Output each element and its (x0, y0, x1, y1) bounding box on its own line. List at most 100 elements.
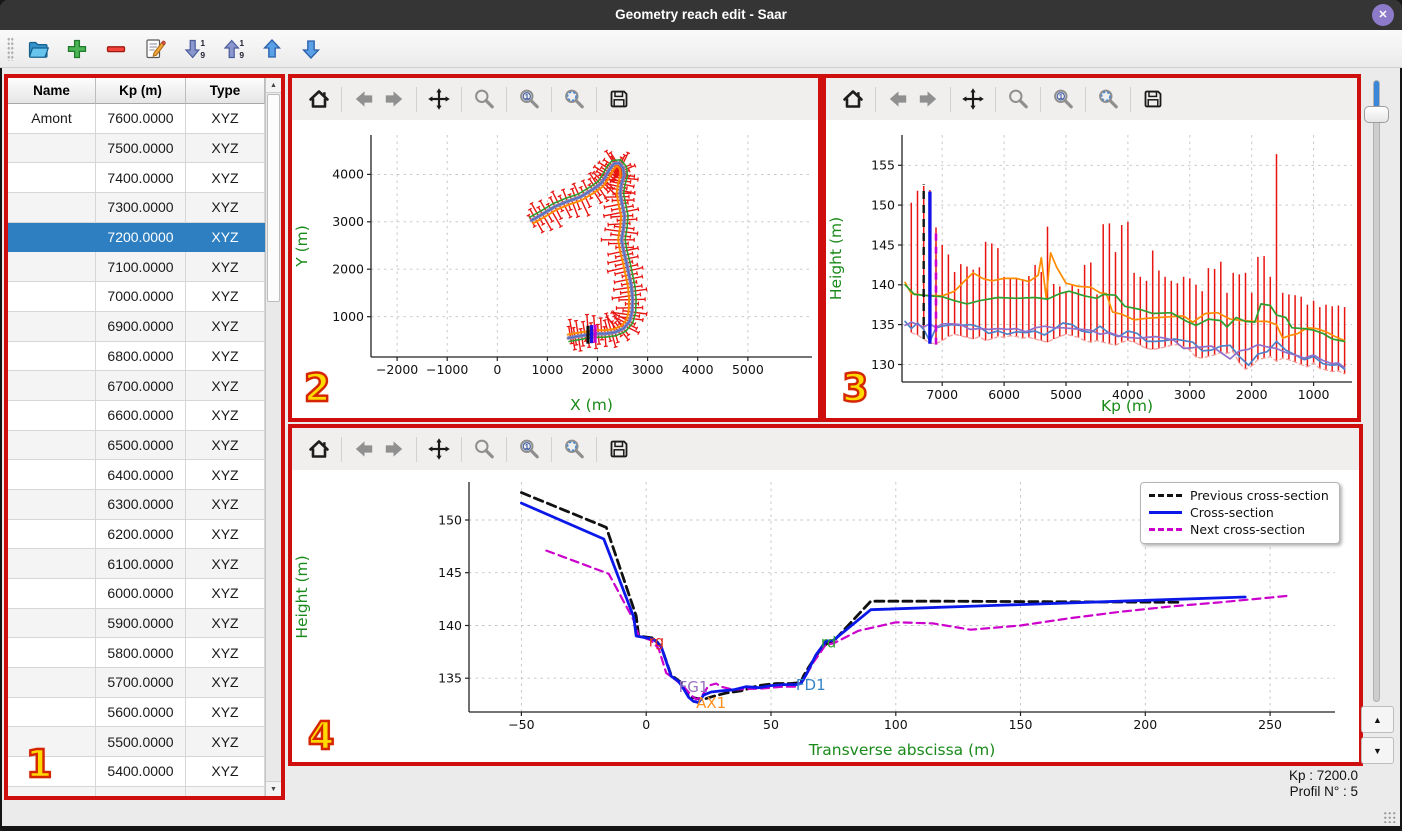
table-cell[interactable] (8, 193, 96, 223)
mpl-zoom-button[interactable] (1003, 83, 1033, 115)
table-row[interactable]: Amont 7600.0000 XYZ (8, 104, 265, 134)
mpl-zoom-settings-button[interactable] (559, 83, 589, 115)
mpl-save-button[interactable] (604, 83, 634, 115)
mpl-save-button[interactable] (604, 433, 634, 465)
table-cell[interactable]: 6800.0000 (96, 341, 186, 372)
table-cell[interactable] (8, 638, 96, 669)
table-cell[interactable]: XYZ (186, 638, 265, 669)
table-cell[interactable]: 5900.0000 (96, 608, 186, 639)
table-row[interactable]: 6200.0000 XYZ (8, 519, 265, 550)
table-cell[interactable] (8, 400, 96, 431)
table-cell[interactable]: 7300.0000 (96, 193, 186, 223)
table-cell[interactable]: 5300.0000 (96, 786, 186, 796)
table-cell[interactable]: 7400.0000 (96, 163, 186, 194)
table-cell[interactable] (8, 786, 96, 796)
mpl-zoom-one-button[interactable]: 1 (1048, 83, 1078, 115)
open-file-button[interactable] (23, 34, 53, 64)
table-row[interactable]: 7100.0000 XYZ (8, 252, 265, 283)
toolbar-grip-handle[interactable] (7, 36, 14, 61)
table-cell[interactable]: 5700.0000 (96, 668, 186, 698)
table-cell[interactable]: 6200.0000 (96, 519, 186, 550)
remove-profile-button[interactable] (101, 34, 131, 64)
table-row[interactable]: 7500.0000 XYZ (8, 133, 265, 164)
table-cell[interactable] (8, 697, 96, 728)
mpl-back-button[interactable] (349, 433, 379, 465)
table-cell[interactable]: XYZ (186, 608, 265, 639)
table-cell[interactable]: XYZ (186, 341, 265, 372)
table-cell[interactable]: XYZ (186, 519, 265, 550)
mpl-forward-button[interactable] (379, 433, 409, 465)
mpl-pan-button[interactable] (424, 83, 454, 115)
table-cell[interactable]: XYZ (186, 163, 265, 194)
table-cell[interactable]: XYZ (186, 311, 265, 342)
table-row[interactable]: 6100.0000 XYZ (8, 549, 265, 579)
table-cell[interactable]: 5500.0000 (96, 727, 186, 758)
mpl-zoom-one-button[interactable]: 1 (514, 83, 544, 115)
table-cell[interactable]: XYZ (186, 371, 265, 401)
table-row[interactable]: 7000.0000 XYZ (8, 282, 265, 312)
mpl-zoom-settings-button[interactable] (559, 433, 589, 465)
table-cell[interactable]: 7600.0000 (96, 104, 186, 134)
mpl-back-button[interactable] (883, 83, 913, 115)
plan-view-chart[interactable]: −2000 −1000 0 1000 2000 3000 4000 5000 1000 2000 3… (292, 120, 817, 417)
table-row[interactable]: 6000.0000 XYZ (8, 579, 265, 609)
table-cell[interactable]: 5600.0000 (96, 697, 186, 728)
table-cell[interactable]: 6700.0000 (96, 371, 186, 401)
move-down-button[interactable] (296, 34, 326, 64)
sort-ascending-button[interactable]: 19 (218, 34, 248, 64)
table-cell[interactable]: XYZ (186, 668, 265, 698)
scrollbar-thumb[interactable] (267, 94, 280, 302)
table-cell[interactable]: 6500.0000 (96, 430, 186, 461)
mpl-home-button[interactable] (304, 433, 334, 465)
sort-descending-button[interactable]: 19 (179, 34, 209, 64)
mpl-zoom-settings-button[interactable] (1093, 83, 1123, 115)
table-cell[interactable]: XYZ (186, 104, 265, 134)
table-cell[interactable]: 6000.0000 (96, 579, 186, 609)
table-cell[interactable] (8, 371, 96, 401)
table-cell[interactable]: XYZ (186, 786, 265, 796)
table-cell[interactable] (8, 133, 96, 164)
column-header-type[interactable]: Type (186, 78, 265, 104)
table-row[interactable]: 6400.0000 XYZ (8, 460, 265, 490)
table-row[interactable]: 6800.0000 XYZ (8, 341, 265, 372)
table-cell[interactable]: XYZ (186, 400, 265, 431)
table-cell[interactable]: 6300.0000 (96, 489, 186, 520)
table-cell[interactable]: XYZ (186, 222, 265, 253)
table-cell[interactable]: 5800.0000 (96, 638, 186, 669)
resize-grip[interactable] (1383, 811, 1397, 823)
table-cell[interactable] (8, 311, 96, 342)
move-up-button[interactable] (257, 34, 287, 64)
table-cell[interactable]: 6100.0000 (96, 549, 186, 579)
previous-profile-button[interactable]: ▲ (1361, 706, 1394, 733)
table-cell[interactable]: XYZ (186, 489, 265, 520)
table-cell[interactable]: XYZ (186, 460, 265, 490)
table-cell[interactable]: XYZ (186, 549, 265, 579)
longitudinal-profile-chart[interactable]: 7000 6000 5000 4000 3000 2000 1000130135140145… (826, 120, 1356, 418)
table-row[interactable]: 5800.0000 XYZ (8, 638, 265, 669)
table-cell[interactable] (8, 163, 96, 194)
table-cell[interactable]: 7100.0000 (96, 252, 186, 283)
table-row[interactable]: 7400.0000 XYZ (8, 163, 265, 194)
table-row[interactable]: 7200.0000 XYZ (8, 222, 265, 253)
table-row[interactable]: 6300.0000 XYZ (8, 489, 265, 520)
table-cell[interactable] (8, 549, 96, 579)
table-row[interactable]: 5700.0000 XYZ (8, 668, 265, 698)
table-row[interactable]: 6500.0000 XYZ (8, 430, 265, 461)
mpl-back-button[interactable] (349, 83, 379, 115)
table-cell[interactable]: XYZ (186, 282, 265, 312)
mpl-zoom-one-button[interactable]: 1 (514, 433, 544, 465)
scroll-down-icon[interactable]: ▼ (266, 781, 281, 796)
table-cell[interactable] (8, 430, 96, 461)
mpl-zoom-button[interactable] (469, 433, 499, 465)
mpl-home-button[interactable] (304, 83, 334, 115)
table-cell[interactable]: XYZ (186, 697, 265, 728)
edit-profile-button[interactable] (140, 34, 170, 64)
table-row[interactable]: 5600.0000 XYZ (8, 697, 265, 728)
table-cell[interactable] (8, 222, 96, 253)
add-profile-button[interactable] (62, 34, 92, 64)
mpl-home-button[interactable] (838, 83, 868, 115)
table-cell[interactable] (8, 489, 96, 520)
table-cell[interactable]: XYZ (186, 757, 265, 787)
slider-handle[interactable] (1364, 106, 1389, 123)
table-cell[interactable] (8, 341, 96, 372)
